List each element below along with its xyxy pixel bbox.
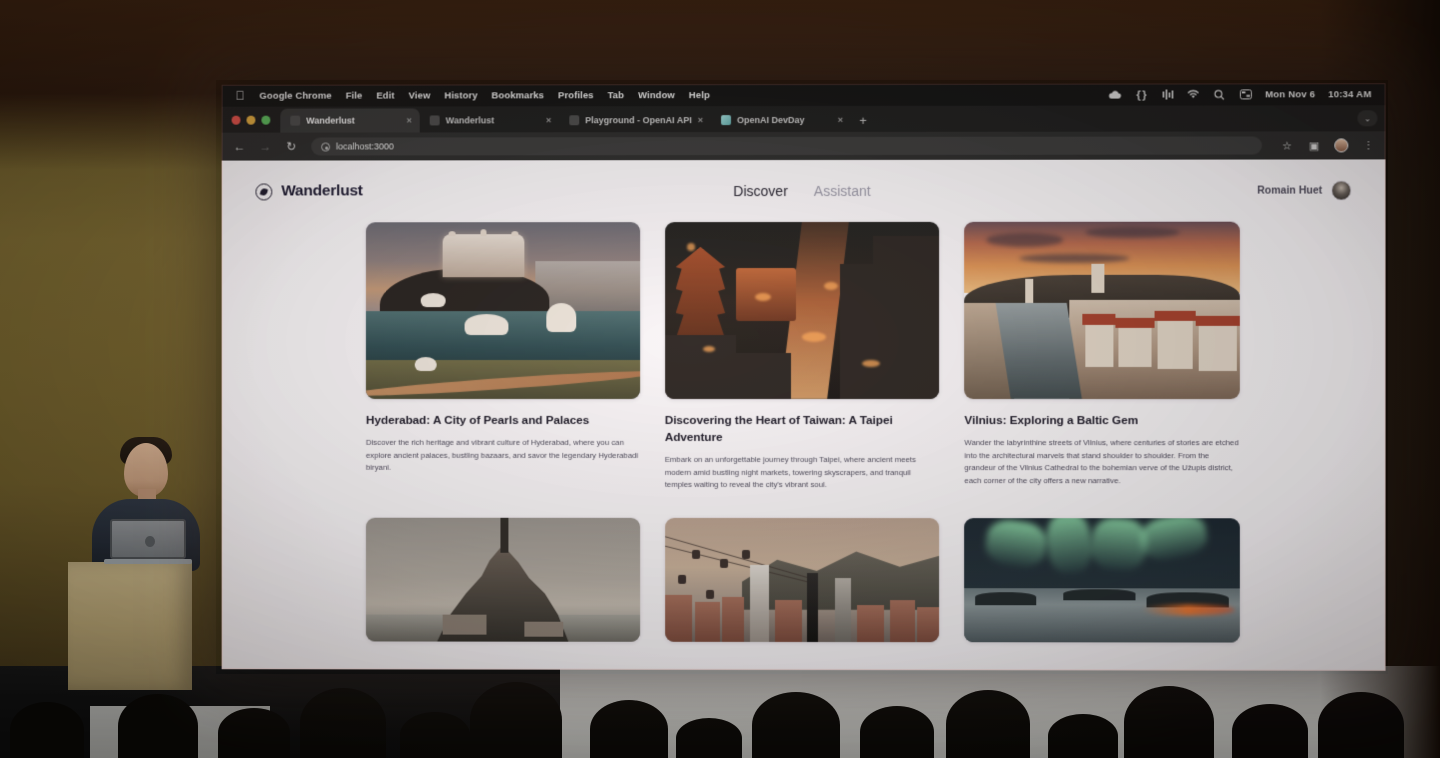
- card-title: Vilnius: Exploring a Baltic Gem: [964, 412, 1239, 429]
- vilnius-river-sunset-illustration[interactable]: [964, 222, 1239, 399]
- menu-view[interactable]: View: [402, 90, 438, 101]
- address-bar[interactable]: localhost:3000: [311, 136, 1262, 155]
- new-tab-button[interactable]: +: [851, 108, 875, 132]
- card-title: Hyderabad: A City of Pearls and Palaces: [366, 412, 640, 429]
- menu-bookmarks[interactable]: Bookmarks: [485, 90, 551, 101]
- apple-icon[interactable]: : [232, 90, 253, 102]
- nav-assistant[interactable]: Assistant: [814, 183, 871, 199]
- taipei-night-market-illustration[interactable]: [665, 222, 940, 399]
- chevron-down-icon[interactable]: ⌄: [1357, 110, 1377, 126]
- hyderabad-palace-lake-illustration[interactable]: [366, 222, 640, 399]
- wifi-icon[interactable]: [1187, 88, 1200, 100]
- tab-close-icon[interactable]: ×: [546, 115, 551, 125]
- tab-close-icon[interactable]: ×: [698, 115, 703, 125]
- destination-card[interactable]: Vilnius: Exploring a Baltic Gem Wander t…: [964, 222, 1239, 493]
- tab-close-icon[interactable]: ×: [407, 115, 412, 125]
- menubar-date[interactable]: Mon Nov 6: [1265, 89, 1315, 100]
- tab-close-icon[interactable]: ×: [838, 115, 843, 125]
- tab-favicon: [430, 115, 440, 125]
- menu-file[interactable]: File: [339, 90, 370, 101]
- top-navigation: Discover Assistant: [733, 183, 870, 199]
- user-menu[interactable]: Romain Huet: [1257, 180, 1351, 200]
- close-window-button[interactable]: [232, 115, 241, 124]
- side-panel-icon[interactable]: ▣: [1307, 138, 1321, 152]
- menu-help[interactable]: Help: [682, 90, 717, 101]
- menu-history[interactable]: History: [437, 90, 484, 101]
- svg-text:{}: {}: [1136, 90, 1147, 100]
- tab-label: Wanderlust: [446, 115, 540, 125]
- control-center-icon[interactable]: [1239, 88, 1252, 100]
- tab-label: OpenAI DevDay: [737, 115, 832, 125]
- destination-grid: Hyderabad: A City of Pearls and Palaces …: [222, 222, 1386, 656]
- search-icon[interactable]: [1213, 88, 1226, 100]
- destination-card[interactable]: [964, 518, 1239, 655]
- audio-sliders-icon[interactable]: [1161, 88, 1174, 100]
- podium: [68, 562, 192, 690]
- maximize-window-button[interactable]: [261, 115, 270, 124]
- card-description: Wander the labyrinthine streets of Vilni…: [964, 437, 1239, 488]
- laptop-logo: [145, 536, 155, 547]
- browser-tab-1[interactable]: Wanderlust ×: [280, 108, 419, 132]
- menu-edit[interactable]: Edit: [369, 90, 401, 101]
- tab-favicon: [569, 115, 579, 125]
- chrome-menu-icon[interactable]: ⋮: [1361, 138, 1375, 152]
- user-name: Romain Huet: [1257, 185, 1322, 197]
- browser-tab-3[interactable]: Playground - OpenAI API ×: [559, 108, 711, 132]
- brand-name: Wanderlust: [281, 182, 362, 200]
- app-header: Wanderlust Discover Assistant Romain Hue…: [222, 159, 1386, 222]
- destination-card[interactable]: [366, 518, 640, 655]
- destination-card[interactable]: Discovering the Heart of Taiwan: A Taipe…: [665, 222, 940, 492]
- card-title: Discovering the Heart of Taiwan: A Taipe…: [665, 412, 940, 446]
- card-description: Embark on an unforgettable journey throu…: [665, 454, 940, 492]
- devday-favicon: [721, 115, 731, 125]
- profile-avatar[interactable]: [1334, 138, 1348, 152]
- browser-tab-4[interactable]: OpenAI DevDay ×: [711, 108, 851, 132]
- card-description: Discover the rich heritage and vibrant c…: [366, 437, 640, 475]
- cable-car-city-mountains-illustration[interactable]: [665, 518, 940, 642]
- browser-tab-2[interactable]: Wanderlust ×: [420, 108, 560, 132]
- destination-card[interactable]: Hyderabad: A City of Pearls and Palaces …: [366, 222, 640, 492]
- nav-discover[interactable]: Discover: [733, 183, 787, 199]
- minimize-window-button[interactable]: [246, 115, 255, 124]
- cloud-icon[interactable]: [1109, 89, 1122, 101]
- laptop-base: [104, 559, 192, 564]
- tab-favicon: [290, 116, 300, 126]
- web-page: Wanderlust Discover Assistant Romain Hue…: [222, 159, 1386, 670]
- laptop-screen: [110, 519, 186, 559]
- menu-window[interactable]: Window: [631, 90, 682, 101]
- menu-profiles[interactable]: Profiles: [551, 90, 601, 101]
- menubar-time[interactable]: 10:34 AM: [1328, 89, 1371, 100]
- browser-toolbar: ← → ↻ localhost:3000 ☆ ▣ ⋮: [222, 131, 1386, 160]
- menu-tab[interactable]: Tab: [601, 90, 631, 101]
- address-bar-url: localhost:3000: [336, 141, 394, 151]
- projected-screen:  Google Chrome File Edit View History B…: [222, 83, 1386, 671]
- forward-button[interactable]: →: [257, 139, 273, 155]
- tab-label: Wanderlust: [306, 115, 400, 125]
- destination-card[interactable]: [665, 518, 940, 655]
- browser-tabstrip: Wanderlust × Wanderlust × Playground - O…: [222, 105, 1386, 132]
- aurora-borealis-ice-illustration[interactable]: [964, 518, 1239, 642]
- avatar[interactable]: [1331, 180, 1351, 200]
- bookmark-star-icon[interactable]: ☆: [1280, 138, 1294, 152]
- menu-google-chrome[interactable]: Google Chrome: [253, 90, 339, 101]
- back-button[interactable]: ←: [232, 139, 248, 155]
- presenter-laptop: [110, 519, 186, 565]
- tab-label: Playground - OpenAI API: [585, 115, 692, 125]
- macos-menubar:  Google Chrome File Edit View History B…: [222, 83, 1386, 107]
- brand[interactable]: Wanderlust: [255, 182, 362, 200]
- mont-saint-michel-abbey-illustration[interactable]: [366, 518, 640, 642]
- reload-button[interactable]: ↻: [283, 139, 299, 155]
- compass-icon: [255, 183, 272, 200]
- window-traffic-lights[interactable]: [230, 107, 281, 133]
- site-info-icon[interactable]: [321, 142, 330, 151]
- code-braces-icon[interactable]: {}: [1135, 89, 1148, 101]
